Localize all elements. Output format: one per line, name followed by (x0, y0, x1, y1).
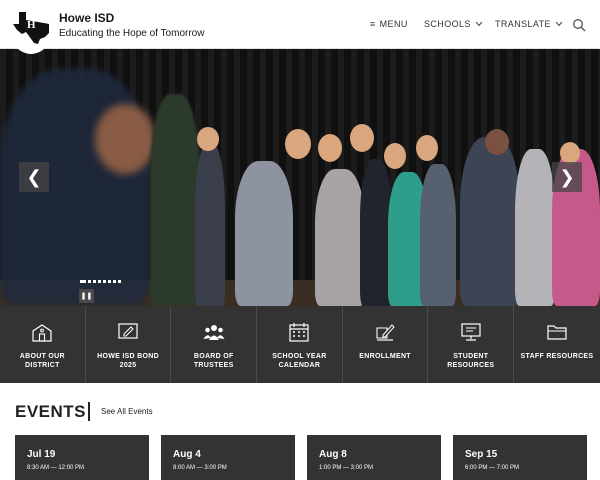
pencil-form-icon (376, 324, 395, 341)
event-time: 8:30 AM — 12:00 PM (27, 465, 85, 471)
events-divider (88, 402, 90, 421)
menu-button[interactable]: ≡ MENU (370, 19, 408, 29)
quick-link-label: HOWE ISD BOND 2025 (97, 353, 159, 369)
carousel-dot[interactable] (93, 280, 96, 283)
carousel-dot[interactable] (103, 280, 106, 283)
event-card[interactable]: Jul 19 8:30 AM — 12:00 PM (15, 435, 149, 480)
district-logo[interactable]: H (10, 6, 52, 54)
schools-label: SCHOOLS (424, 19, 471, 29)
search-icon (573, 19, 586, 32)
event-card[interactable]: Aug 8 1:00 PM — 3:00 PM (307, 435, 441, 480)
event-time: 8:00 AM — 3:00 PM (173, 465, 227, 471)
search-button[interactable] (572, 18, 586, 32)
site-header: H Howe ISD Educating the Hope of Tomorro… (0, 0, 600, 54)
see-all-events-link[interactable]: See All Events (101, 407, 153, 416)
calendar-icon (289, 323, 310, 342)
chevron-right-icon: ❯ (559, 166, 575, 188)
quick-links-bar: ABOUT OUR DISTRICT HOWE ISD BOND 2025 BO… (0, 306, 600, 383)
quick-link-label: SCHOOL YEAR CALENDAR (272, 353, 327, 369)
carousel-dot[interactable] (113, 280, 116, 283)
carousel-dot[interactable] (80, 280, 86, 283)
event-date: Sep 15 (465, 449, 498, 460)
event-card[interactable]: Aug 4 8:00 AM — 3:00 PM (161, 435, 295, 480)
event-date: Jul 19 (27, 449, 56, 460)
quick-link-staff-resources[interactable]: STAFF RESOURCES (514, 306, 600, 383)
quick-link-school-year-calendar[interactable]: SCHOOL YEAR CALENDAR (257, 306, 343, 383)
event-time: 1:00 PM — 3:00 PM (319, 465, 374, 471)
events-heading: EVENTS (15, 402, 87, 421)
quick-link-about-our-district[interactable]: ABOUT OUR DISTRICT (0, 306, 86, 383)
carousel-prev-button[interactable]: ❮ (19, 162, 49, 192)
hamburger-icon: ≡ (370, 19, 376, 29)
event-date: Aug 8 (319, 449, 347, 460)
page: H Howe ISD Educating the Hope of Tomorro… (0, 0, 600, 480)
logo-letter: H (27, 19, 36, 31)
school-building-icon (32, 324, 52, 342)
pause-icon: ❚❚ (80, 292, 93, 300)
chevron-down-icon (475, 21, 483, 27)
site-tagline: Educating the Hope of Tomorrow (59, 28, 205, 39)
quick-link-student-resources[interactable]: STUDENT RESOURCES (428, 306, 515, 383)
menu-label: MENU (379, 19, 408, 29)
desktop-computer-icon (461, 323, 481, 341)
quick-link-enrollment[interactable]: ENROLLMENT (343, 306, 429, 383)
site-name[interactable]: Howe ISD (59, 11, 114, 25)
group-people-icon (203, 325, 225, 340)
schools-dropdown[interactable]: SCHOOLS (424, 19, 483, 29)
carousel-pause-button[interactable]: ❚❚ (79, 289, 94, 303)
carousel-next-button[interactable]: ❯ (552, 162, 582, 192)
quick-link-label: STAFF RESOURCES (520, 353, 594, 360)
event-date: Aug 4 (173, 449, 201, 460)
chevron-down-icon (555, 21, 563, 27)
carousel-dot[interactable] (88, 280, 91, 283)
quick-link-bond-2025[interactable]: HOWE ISD BOND 2025 (86, 306, 172, 383)
event-cards: Jul 19 8:30 AM — 12:00 PM Aug 4 8:00 AM … (15, 435, 587, 480)
event-card[interactable]: Sep 15 6:00 PM — 7:00 PM (453, 435, 587, 480)
carousel-dot[interactable] (118, 280, 121, 283)
chevron-left-icon: ❮ (26, 166, 42, 188)
translate-label: TRANSLATE (495, 19, 551, 29)
quick-link-label: STUDENT RESOURCES (447, 353, 495, 369)
event-time: 6:00 PM — 7:00 PM (465, 465, 520, 471)
monitor-edit-icon (118, 323, 138, 339)
quick-link-board-of-trustees[interactable]: BOARD OF TRUSTEES (171, 306, 258, 383)
quick-link-label: ABOUT OUR DISTRICT (19, 353, 65, 369)
hero-carousel[interactable]: ❮ ❯ ❚❚ (0, 49, 600, 306)
translate-dropdown[interactable]: TRANSLATE (495, 19, 563, 29)
quick-link-label: ENROLLMENT (359, 353, 411, 360)
quick-link-label: BOARD OF TRUSTEES (193, 353, 234, 369)
carousel-dot[interactable] (108, 280, 111, 283)
carousel-dot[interactable] (98, 280, 101, 283)
carousel-indicators (80, 280, 121, 283)
folder-icon (547, 325, 567, 340)
